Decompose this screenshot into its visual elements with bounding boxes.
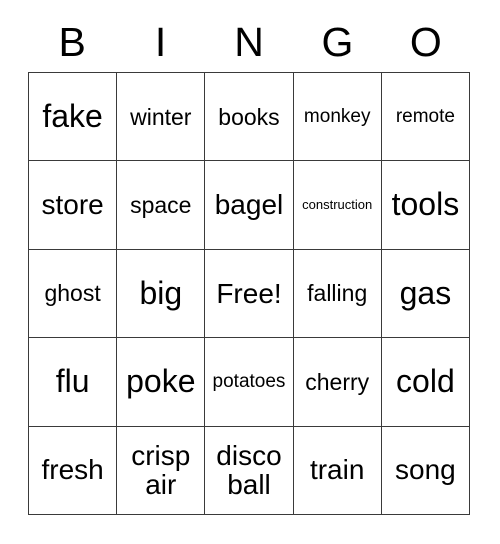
bingo-cell-label: gas (399, 274, 452, 311)
bingo-cell-r1c1[interactable]: fake (29, 73, 118, 162)
bingo-cell-free-space[interactable]: Free! (205, 249, 294, 339)
bingo-cell-r2c1[interactable]: store (29, 161, 118, 250)
bingo-cell-label: remote (395, 105, 455, 127)
header-letter-o: O (409, 18, 442, 65)
bingo-cell-r4c5[interactable]: cold (381, 338, 470, 427)
bingo-cell-label: song (395, 454, 456, 486)
bingo-cell-label: big (139, 274, 183, 311)
bingo-cell-r2c3[interactable]: bagel (205, 161, 294, 250)
bingo-cell-label: construction (302, 197, 373, 213)
bingo-cell-r2c5[interactable]: tools (381, 161, 470, 250)
bingo-cell-label: winter (130, 103, 192, 130)
bingo-card: B I N G O fake winter books monkey remot… (0, 0, 500, 544)
bingo-cell-label: store (41, 189, 104, 221)
bingo-cell-r3c2[interactable]: big (117, 249, 206, 339)
header-letter-g: G (321, 18, 354, 65)
bingo-cell-r5c4[interactable]: train (293, 426, 382, 515)
bingo-cell-label: train (309, 454, 365, 486)
bingo-cell-label: flu (55, 362, 90, 399)
bingo-cell-r1c4[interactable]: monkey (293, 73, 382, 162)
bingo-cell-label: fake (42, 97, 103, 134)
bingo-grid: fake winter books monkey remote store sp… (28, 72, 470, 515)
bingo-cell-r5c3[interactable]: disco ball (205, 426, 294, 515)
bingo-cell-r5c5[interactable]: song (381, 426, 470, 515)
bingo-cell-r4c1[interactable]: flu (29, 338, 118, 427)
bingo-cell-r4c3[interactable]: potatoes (205, 338, 294, 427)
bingo-cell-label: tools (391, 186, 460, 223)
header-letter-n: N (234, 18, 264, 65)
bingo-cell-label: disco ball (216, 439, 282, 501)
bingo-cell-label: ghost (44, 280, 101, 307)
bingo-cell-r1c3[interactable]: books (205, 73, 294, 162)
bingo-cell-r3c5[interactable]: gas (381, 249, 470, 339)
bingo-cell-label: cold (396, 362, 455, 399)
bingo-cell-label: falling (307, 280, 368, 307)
bingo-cell-label: monkey (303, 105, 371, 127)
bingo-cell-r4c2[interactable]: poke (117, 338, 206, 427)
bingo-cell-label: crisp air (131, 439, 191, 501)
bingo-cell-label: poke (126, 362, 196, 399)
bingo-cell-r5c2[interactable]: crisp air (117, 426, 206, 515)
header-letter-i: I (154, 18, 167, 65)
bingo-cell-label: Free! (216, 277, 282, 309)
bingo-header-row: B I N G O (28, 16, 470, 68)
bingo-cell-label: books (218, 103, 280, 130)
bingo-cell-r3c4[interactable]: falling (293, 249, 382, 339)
bingo-cell-r4c4[interactable]: cherry (293, 338, 382, 427)
bingo-cell-r2c4[interactable]: construction (293, 161, 382, 250)
bingo-cell-label: potatoes (212, 370, 286, 392)
bingo-cell-label: fresh (41, 454, 104, 486)
bingo-cell-r1c2[interactable]: winter (117, 73, 206, 162)
bingo-cell-r3c1[interactable]: ghost (29, 249, 118, 339)
bingo-cell-label: space (130, 191, 192, 218)
bingo-cell-label: bagel (214, 189, 284, 221)
bingo-cell-r2c2[interactable]: space (117, 161, 206, 250)
bingo-cell-r5c1[interactable]: fresh (29, 426, 118, 515)
bingo-cell-r1c5[interactable]: remote (381, 73, 470, 162)
bingo-cell-label: cherry (305, 368, 370, 395)
header-letter-b: B (58, 18, 86, 65)
